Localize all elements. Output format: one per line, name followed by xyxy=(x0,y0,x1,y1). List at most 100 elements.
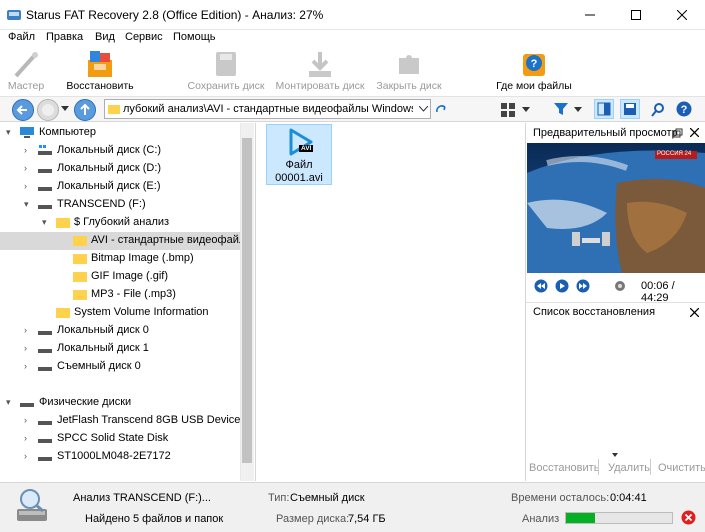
tree-scrollbar-thumb[interactable] xyxy=(242,138,252,463)
preview-title: Предварительный просмотр xyxy=(533,127,678,139)
menu-service[interactable]: Сервис xyxy=(125,31,163,43)
tree-item-physical-disks[interactable]: ▾ Физические диски xyxy=(0,394,240,412)
help-icon[interactable]: ? xyxy=(676,101,692,117)
tree-item-computer[interactable]: ▾ Компьютер xyxy=(0,124,240,142)
expand-icon[interactable]: › xyxy=(24,325,27,335)
expand-icon[interactable]: › xyxy=(24,163,27,173)
disk-icon xyxy=(38,439,52,443)
recovery-restore-button[interactable]: Восстановить xyxy=(529,462,599,474)
tree-item-local-disk-1[interactable]: › Локальный диск 1 xyxy=(0,340,240,358)
menu-view[interactable]: Вид xyxy=(95,31,115,43)
recovery-clear-button[interactable]: Очистить xyxy=(658,462,705,474)
collapse-icon[interactable]: ▾ xyxy=(6,397,11,408)
close-preview-icon[interactable] xyxy=(690,128,699,137)
close-window-button[interactable] xyxy=(659,0,705,30)
expand-icon[interactable]: › xyxy=(24,343,27,353)
forward-button[interactable] xyxy=(37,99,59,121)
preview-pane-toggle[interactable] xyxy=(594,99,614,119)
expand-indicator-icon xyxy=(612,453,618,457)
history-dropdown-icon[interactable] xyxy=(61,106,69,112)
expand-icon[interactable]: › xyxy=(24,145,27,155)
restore-icon xyxy=(88,51,112,77)
tree-item-mp3[interactable]: MP3 - File (.mp3) xyxy=(0,286,240,304)
menu-help[interactable]: Помощь xyxy=(173,31,216,43)
analysis-status: Анализ TRANSCEND (F:)... xyxy=(73,492,211,504)
menu-file[interactable]: Файл xyxy=(8,31,35,43)
tree-item-local-disk-0[interactable]: › Локальный диск 0 xyxy=(0,322,240,340)
refresh-icon[interactable] xyxy=(434,103,448,117)
view-mode-icon[interactable] xyxy=(500,102,516,118)
player-controls: 00:06 / 44:29 xyxy=(526,275,705,304)
recovery-list-header: Список восстановления xyxy=(526,302,705,320)
earth-orbit-image xyxy=(527,143,705,273)
path-field[interactable]: лубокий анализ\AVI - стандартные видеофа… xyxy=(104,99,431,119)
undock-icon[interactable] xyxy=(673,128,683,138)
menu-edit[interactable]: Правка xyxy=(46,31,83,43)
filter-icon[interactable] xyxy=(553,101,569,117)
close-disk-button[interactable]: Закрыть диск xyxy=(372,46,446,96)
tree-item-avi[interactable]: AVI - стандартные видеофайл xyxy=(0,232,240,250)
close-recovery-icon[interactable] xyxy=(690,308,699,317)
expand-icon[interactable]: › xyxy=(24,451,27,461)
toolbar: Мастер Восстановить Сохранить диск Монти… xyxy=(0,46,705,96)
expand-icon[interactable]: › xyxy=(24,415,27,425)
back-button[interactable] xyxy=(12,99,34,121)
view-dropdown-icon[interactable] xyxy=(522,107,530,112)
tree-item-transcend[interactable]: ▾ TRANSCEND (F:) xyxy=(0,196,240,214)
forward-arrow-icon xyxy=(42,104,54,116)
up-button[interactable] xyxy=(74,99,96,121)
path-dropdown-icon[interactable] xyxy=(419,106,428,112)
volume-icon[interactable] xyxy=(614,280,626,292)
rewind-icon[interactable] xyxy=(534,279,548,293)
maximize-icon xyxy=(631,10,641,20)
svg-text:?: ? xyxy=(681,104,688,116)
tree-item-removable-0[interactable]: › Съемный диск 0 xyxy=(0,358,240,376)
file-item[interactable]: AVI Файл 00001.avi xyxy=(266,124,332,185)
puzzle-icon xyxy=(399,55,419,74)
play-icon[interactable] xyxy=(555,279,569,293)
maximize-button[interactable] xyxy=(613,0,659,30)
tree-item-disk-c[interactable]: › Локальный диск (C:) xyxy=(0,142,240,160)
save-disk-button[interactable]: Сохранить диск xyxy=(184,46,268,96)
disk-icon xyxy=(38,457,52,461)
expand-icon[interactable]: › xyxy=(24,433,27,443)
where-my-files-button[interactable]: ? Где мои файлы xyxy=(492,46,576,96)
tree-item-spcc[interactable]: › SPCC Solid State Disk xyxy=(0,430,240,448)
stop-analysis-icon[interactable] xyxy=(681,510,696,525)
search-icon[interactable] xyxy=(650,102,666,118)
folder-icon xyxy=(56,218,70,228)
wizard-button[interactable]: Мастер xyxy=(0,46,52,96)
filter-dropdown-icon[interactable] xyxy=(574,107,582,112)
recovery-list-toggle[interactable] xyxy=(620,99,640,119)
folder-icon xyxy=(56,308,70,318)
preview-header: Предварительный просмотр xyxy=(526,124,705,142)
analysis-progress-bar xyxy=(565,512,673,524)
collapse-icon[interactable]: ▾ xyxy=(6,127,11,138)
tree-item-disk-e[interactable]: › Локальный диск (E:) xyxy=(0,178,240,196)
recovery-delete-button[interactable]: Удалить xyxy=(608,462,650,474)
file-name-line2: 00001.avi xyxy=(275,172,323,184)
tree-item-gif[interactable]: GIF Image (.gif) xyxy=(0,268,240,286)
collapse-icon[interactable]: ▾ xyxy=(42,217,47,228)
recovery-actions: Восстановить Удалить Очистить xyxy=(526,453,705,481)
title-bar: Starus FAT Recovery 2.8 (Office Edition)… xyxy=(0,0,705,30)
tree-item-system-volume[interactable]: System Volume Information xyxy=(0,304,240,322)
menu-bar: Файл Правка Вид Сервис Помощь xyxy=(0,30,705,46)
tree-item-jetflash[interactable]: › JetFlash Transcend 8GB USB Device xyxy=(0,412,240,430)
restore-button[interactable]: Восстановить xyxy=(62,46,138,96)
expand-icon[interactable]: › xyxy=(24,361,27,371)
fast-forward-icon[interactable] xyxy=(576,279,590,293)
save-icon xyxy=(624,103,636,115)
mount-disk-button[interactable]: Монтировать диск xyxy=(272,46,368,96)
expand-icon[interactable]: › xyxy=(24,181,27,191)
tree-item-disk-d[interactable]: › Локальный диск (D:) xyxy=(0,160,240,178)
tree-item-st1000[interactable]: › ST1000LM048-2E7172 xyxy=(0,448,240,466)
collapse-icon[interactable]: ▾ xyxy=(24,199,29,210)
minimize-button[interactable] xyxy=(567,0,613,30)
type-label: Тип: xyxy=(268,492,290,504)
video-preview[interactable]: РОССИЯ 24 xyxy=(527,143,705,273)
divider xyxy=(650,459,651,475)
tree-item-deep-analysis[interactable]: ▾ $ Глубокий анализ xyxy=(0,214,240,232)
recovery-list-title: Список восстановления xyxy=(533,306,656,318)
tree-item-bmp[interactable]: Bitmap Image (.bmp) xyxy=(0,250,240,268)
